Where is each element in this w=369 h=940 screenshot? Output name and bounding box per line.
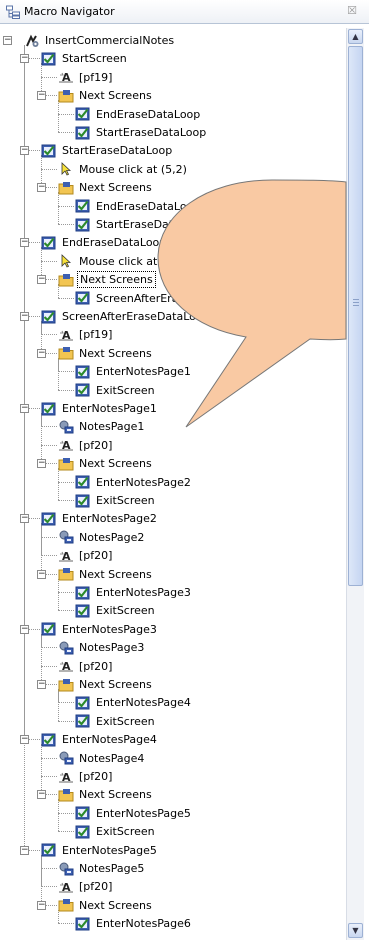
macro-navigator-panel: Macro Navigator ☒ InsertCommercialNotes −…: [0, 0, 369, 940]
callout-shape: [157, 179, 347, 428]
